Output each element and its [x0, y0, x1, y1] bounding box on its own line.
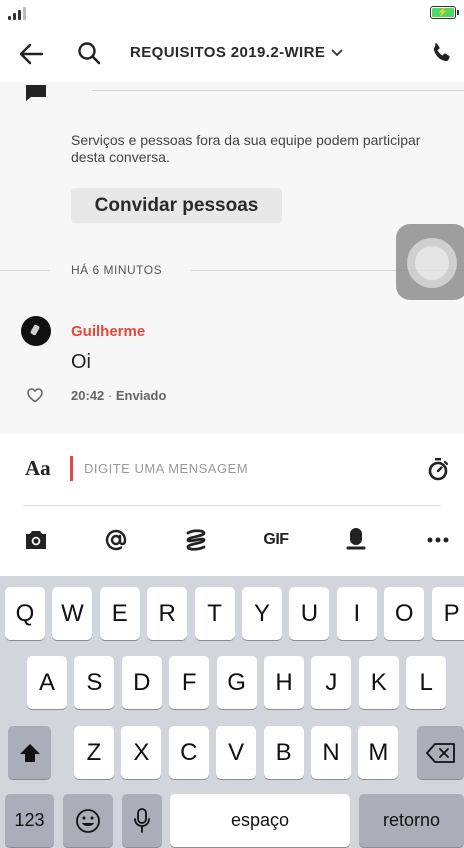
message-time: 20:42 [71, 388, 105, 403]
message-text[interactable]: Oi [71, 351, 91, 374]
key-t[interactable]: T [194, 587, 235, 640]
key-a[interactable]: A [27, 656, 67, 709]
key-x[interactable]: X [121, 726, 162, 779]
key-k[interactable]: K [358, 656, 399, 709]
key-u[interactable]: U [289, 587, 330, 640]
time-divider: HÁ 6 MINUTOS [0, 262, 464, 278]
screen: ⚡ REQUISITOS 2019.2-WIRE Serviços e pess… [0, 0, 464, 848]
battery-icon: ⚡ [430, 6, 459, 19]
input-toolbar: GIF [0, 526, 464, 556]
key-n[interactable]: N [311, 726, 351, 779]
guest-notice: Serviços e pessoas fora da sua equipe po… [71, 132, 421, 165]
gif-button[interactable]: GIF [262, 526, 290, 554]
conversation-header: REQUISITOS 2019.2-WIRE [0, 26, 464, 82]
key-h[interactable]: H [264, 656, 304, 709]
key-d[interactable]: D [121, 656, 162, 709]
text-cursor [70, 456, 73, 481]
keyboard: QWERTYUIOP ASDFGHJKL ZXCVBNM 123 espaço … [0, 576, 464, 848]
mention-icon[interactable] [102, 526, 130, 554]
format-text-button[interactable]: Aa [25, 456, 51, 481]
return-key[interactable]: retorno [359, 794, 464, 847]
space-key[interactable]: espaço [170, 794, 350, 847]
chat-bubble-icon [26, 85, 46, 101]
key-e[interactable]: E [99, 587, 140, 640]
key-b[interactable]: B [263, 726, 304, 779]
key-j[interactable]: J [311, 656, 352, 709]
conversation-title[interactable]: REQUISITOS 2019.2-WIRE [130, 44, 343, 61]
camera-icon[interactable] [22, 526, 50, 554]
dictation-key[interactable] [122, 794, 162, 847]
key-p[interactable]: P [431, 587, 464, 640]
backspace-key[interactable] [417, 726, 464, 779]
back-arrow-icon[interactable] [18, 42, 44, 66]
signal-icon [8, 6, 26, 20]
key-f[interactable]: F [169, 656, 210, 709]
emoji-key[interactable] [63, 794, 113, 847]
microphone-icon[interactable] [342, 526, 370, 554]
invite-people-button[interactable]: Convidar pessoas [71, 188, 282, 223]
key-z[interactable]: Z [74, 726, 114, 779]
key-o[interactable]: O [384, 587, 425, 640]
key-s[interactable]: S [74, 656, 115, 709]
key-q[interactable]: Q [5, 587, 45, 640]
message-list[interactable]: Serviços e pessoas fora da sua equipe po… [0, 82, 464, 434]
sketch-icon[interactable] [182, 526, 210, 554]
heart-icon[interactable] [26, 387, 44, 403]
message-meta: 20:42 · Enviado [71, 388, 166, 403]
key-v[interactable]: V [216, 726, 257, 779]
meta-separator: · [107, 388, 113, 403]
message-status: Enviado [115, 388, 167, 403]
chevron-down-icon [331, 49, 343, 56]
phone-icon[interactable] [430, 41, 454, 65]
key-c[interactable]: C [168, 726, 209, 779]
message-input-bar: Aa DIGITE UMA MENSAGEM GIF [0, 434, 464, 576]
divider [23, 505, 441, 506]
conversation-title-text: REQUISITOS 2019.2-WIRE [130, 44, 326, 61]
key-l[interactable]: L [406, 656, 447, 709]
time-divider-label: HÁ 6 MINUTOS [71, 263, 163, 277]
timer-icon[interactable] [427, 457, 449, 481]
numbers-key[interactable]: 123 [5, 794, 54, 847]
message-input[interactable]: DIGITE UMA MENSAGEM [84, 461, 248, 476]
avatar[interactable] [21, 316, 51, 346]
shift-key[interactable] [8, 726, 51, 779]
key-g[interactable]: G [216, 656, 257, 709]
more-icon[interactable] [424, 526, 452, 554]
status-bar: ⚡ [0, 0, 464, 26]
key-m[interactable]: M [358, 726, 399, 779]
assistive-touch-button[interactable] [396, 224, 464, 300]
key-y[interactable]: Y [242, 587, 282, 640]
message-author[interactable]: Guilherme [71, 323, 145, 340]
search-icon[interactable] [76, 40, 102, 66]
key-i[interactable]: I [336, 587, 377, 640]
key-w[interactable]: W [52, 587, 93, 640]
divider [92, 90, 464, 91]
key-r[interactable]: R [147, 587, 188, 640]
